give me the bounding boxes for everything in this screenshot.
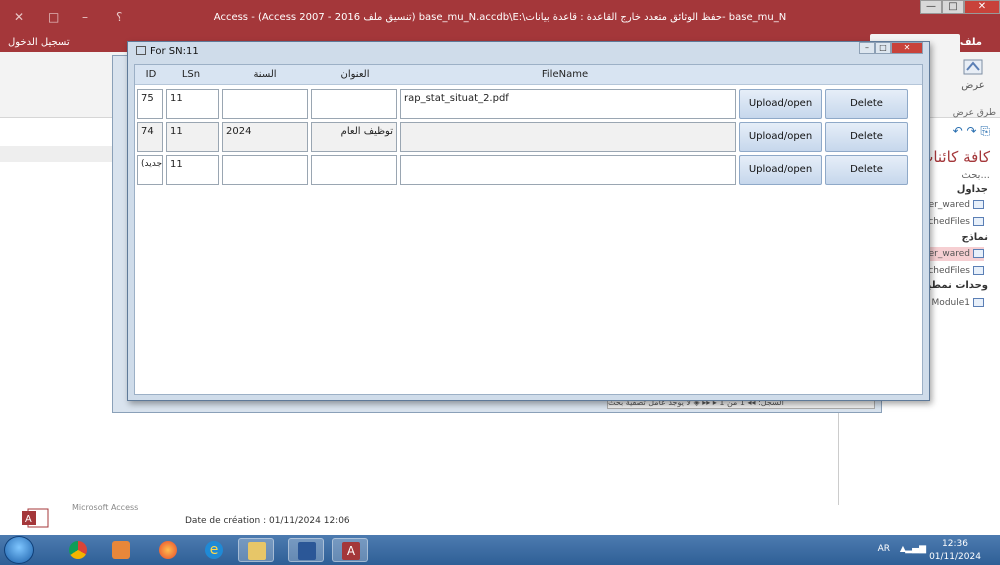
clock-time[interactable]: 12:36 [930, 539, 980, 549]
creation-date-label: Date de création : 01/11/2024 12:06 [185, 516, 350, 526]
cell-year[interactable] [222, 155, 308, 185]
nav-item-label: er_wared [928, 249, 970, 259]
media-glyph [112, 541, 130, 559]
close-button[interactable]: ✕ [964, 0, 1000, 14]
popup-window-controls: – □ ✕ [859, 42, 923, 54]
form-icon [973, 249, 984, 258]
cell-id[interactable]: 75 [137, 89, 163, 119]
cell-subject[interactable] [311, 89, 397, 119]
module-icon [973, 298, 984, 307]
signin-link[interactable]: تسجيل الدخول [8, 37, 70, 48]
cell-id[interactable]: (جديد) [137, 155, 163, 185]
cell-lsn[interactable]: 11 [166, 155, 219, 185]
minimize-button[interactable]: — [920, 0, 942, 14]
popup-form-body: ID LSn السنة العنوان FileName 75 11 rap_… [134, 64, 923, 395]
cell-lsn[interactable]: 11 [166, 122, 219, 152]
cell-filename[interactable] [400, 155, 736, 185]
file-type-label: Microsoft Access [72, 503, 139, 512]
upload-open-button[interactable]: Upload/open [739, 155, 822, 185]
form-icon [136, 46, 146, 55]
quick-access-toolbar[interactable]: ↶ ↷ ⎘ [953, 124, 990, 139]
ie-icon[interactable]: e [196, 538, 232, 562]
word-glyph [298, 542, 316, 560]
cell-lsn[interactable]: 11 [166, 89, 219, 119]
svg-text:A: A [25, 514, 32, 525]
cell-year[interactable] [222, 89, 308, 119]
firefox-glyph [159, 541, 177, 559]
cell-subject[interactable]: توظيف العام [311, 122, 397, 152]
access-main-window: ✕ □ – ؟ Access - (Access 2007 - 2016 تنس… [0, 0, 1000, 535]
nav-item-label: chedFiles [928, 266, 970, 276]
popup-form: For SN:11 – □ ✕ ID LSn السنة العنوان Fil… [127, 41, 930, 401]
file-info-area: A Microsoft Access Date de création : 01… [0, 503, 1000, 535]
window-title: Access - (Access 2007 - 2016 تنسيق ملف) … [213, 12, 787, 23]
access-logo-icon: A [22, 508, 49, 528]
popup-title-text: For SN:11 [150, 46, 199, 57]
form-icon [973, 266, 984, 275]
design-view-icon [963, 59, 983, 75]
header-subject: العنوان [340, 69, 370, 80]
language-indicator[interactable]: AR [878, 544, 890, 554]
nav-item-label: er_wared [928, 200, 970, 210]
upload-open-button[interactable]: Upload/open [739, 122, 822, 152]
header-filename: FileName [541, 69, 589, 80]
popup-restore-button[interactable]: □ [875, 42, 891, 54]
chrome-glyph [69, 541, 87, 559]
maximize-button[interactable]: □ [942, 0, 964, 14]
delete-button[interactable]: Delete [825, 89, 908, 119]
delete-button[interactable]: Delete [825, 122, 908, 152]
popup-close-button[interactable]: ✕ [891, 42, 923, 54]
cell-year[interactable]: 2024 [222, 122, 308, 152]
nav-item-label: chedFiles [928, 217, 970, 227]
table-icon [973, 200, 984, 209]
chrome-icon[interactable] [60, 538, 96, 562]
folder-glyph [248, 542, 266, 560]
cell-filename[interactable] [400, 122, 736, 152]
view-button[interactable]: عرض [956, 56, 990, 91]
media-player-icon[interactable] [103, 538, 139, 562]
header-id: ID [145, 69, 157, 80]
cell-id[interactable]: 74 [137, 122, 163, 152]
access-glyph: A [342, 542, 360, 560]
nav-group-modules[interactable]: وحدات نمطية [921, 280, 988, 291]
taskbar: e A AR ▲ ▂▄▆ 12:36 01/11/2024 [0, 535, 1000, 565]
explorer-icon[interactable] [238, 538, 274, 562]
firefox-icon[interactable] [150, 538, 186, 562]
nav-group-forms[interactable]: نماذج [961, 232, 988, 243]
popup-title: For SN:11 [136, 46, 199, 57]
table-icon [973, 217, 984, 226]
delete-button[interactable]: Delete [825, 155, 908, 185]
upload-open-button[interactable]: Upload/open [739, 89, 822, 119]
popup-minimize-button[interactable]: – [859, 42, 875, 54]
ie-glyph: e [205, 541, 223, 559]
view-button-label: عرض [961, 80, 985, 91]
title-bar: ✕ □ – ؟ Access - (Access 2007 - 2016 تنس… [0, 0, 1000, 34]
window-controls: — □ ✕ [920, 0, 1000, 14]
header-year: السنة [253, 69, 277, 80]
access-icon[interactable]: A [332, 538, 368, 562]
nav-search-box[interactable]: بحث... [961, 170, 990, 181]
header-row: ID LSn السنة العنوان FileName [135, 65, 922, 85]
nav-item-label: Module1 [931, 298, 970, 308]
nav-group-tables[interactable]: جداول [957, 184, 988, 195]
tab-file[interactable]: ملف [960, 37, 982, 48]
views-group-label: طرق عرض [952, 108, 996, 118]
header-lsn: LSn [181, 69, 201, 80]
word-icon[interactable] [288, 538, 324, 562]
start-button[interactable] [4, 536, 34, 564]
clock-date[interactable]: 01/11/2024 [926, 552, 984, 562]
network-icon[interactable]: ▂▄▆ [905, 544, 926, 554]
cell-subject[interactable] [311, 155, 397, 185]
cell-filename[interactable]: rap_stat_situat_2.pdf [400, 89, 736, 119]
